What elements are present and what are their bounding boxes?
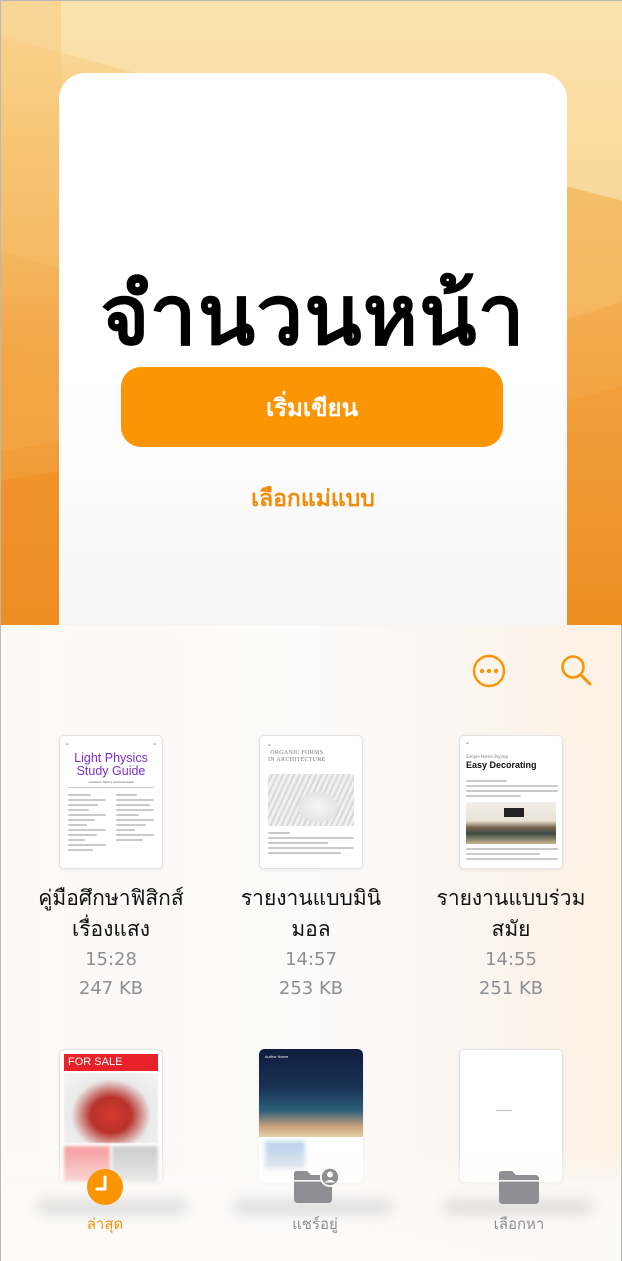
start-writing-button[interactable]: เริ่มเขียน — [121, 367, 503, 447]
thumb-title-line2: Study Guide — [76, 764, 146, 778]
tab-shared[interactable]: แชร์อยู่ — [255, 1166, 375, 1236]
document-name-line2: มอล — [291, 917, 331, 941]
thumb-text-lines — [116, 794, 154, 844]
tab-icon-wrap — [45, 1166, 165, 1206]
ellipsis-circle-icon — [472, 654, 506, 688]
tab-recents[interactable]: ล่าสุด — [45, 1166, 165, 1236]
tab-icon-wrap — [255, 1166, 375, 1206]
app-title: จำนวนหน้า — [100, 266, 526, 364]
document-name-line2: สมัย — [491, 917, 531, 941]
document-item[interactable]: ▬ ORGANIC FORMS IN ARCHITECTURE รายงานแบบ… — [211, 735, 411, 1003]
document-name-line1: คู่มือศึกษาฟิสิกส์ — [38, 886, 184, 910]
thumb-title-line1: ORGANIC FORMS — [270, 750, 324, 756]
document-time: 15:28 — [85, 949, 137, 970]
thumb-title: Easy Decorating — [466, 760, 537, 770]
thumb-architecture-image — [268, 774, 354, 826]
thumb-header-left: ▬ — [66, 742, 69, 746]
document-name-line2: เรื่องแสง — [72, 917, 150, 941]
thumb-caption: ▬ — [466, 741, 469, 745]
thumb-title-line2: IN ARCHITECTURE — [268, 757, 326, 763]
document-size: 251 KB — [478, 978, 544, 999]
thumb-subtitle: Common Terms and Concepts — [88, 780, 134, 784]
thumb-caption: ▬ — [268, 743, 271, 747]
thumb-text-lines — [268, 832, 354, 857]
clock-icon — [87, 1169, 123, 1205]
thumb-text-lines — [68, 794, 106, 854]
document-thumbnail[interactable]: ▬ ORGANIC FORMS IN ARCHITECTURE — [259, 735, 363, 869]
magnifying-glass-icon — [561, 655, 592, 686]
document-size: 253 KB — [278, 978, 344, 999]
thumb-text-line — [496, 1110, 512, 1111]
thumb-title: ORGANIC FORMS IN ARCHITECTURE — [268, 750, 326, 764]
folder-icon — [499, 1171, 539, 1204]
document-time: 14:57 — [285, 949, 337, 970]
search-button[interactable] — [559, 653, 595, 689]
thumb-author: Author Name — [265, 1055, 289, 1059]
thumb-subtitle: Simple Home Styling — [466, 754, 508, 759]
more-button[interactable] — [471, 653, 507, 689]
document-name-line1: รายงานแบบร่วม — [436, 886, 586, 910]
document-size: 247 KB — [78, 978, 144, 999]
tab-browse[interactable]: เลือกหา — [459, 1166, 579, 1236]
thumb-scooter-image — [64, 1073, 158, 1143]
choose-template-link[interactable]: เลือกแม่แบบ — [59, 481, 567, 517]
document-time: 14:55 — [485, 949, 537, 970]
document-name-line1: รายงานแบบมินิ — [240, 886, 382, 910]
tab-bar: ล่าสุด แชร์อยู่ เลือกหา — [1, 1166, 621, 1261]
thumb-text-lines — [466, 848, 558, 863]
document-thumbnail[interactable]: ▬ Simple Home Styling Easy Decorating — [459, 735, 563, 869]
document-name: รายงานแบบร่วม สมัย — [411, 883, 611, 945]
tab-label: ล่าสุด — [86, 1215, 124, 1233]
tab-label: เลือกหา — [493, 1215, 545, 1233]
document-item[interactable]: ▬ ▬ Light Physics Study Guide Common Terms… — [11, 735, 211, 1003]
thumb-night-city-image — [259, 1049, 363, 1137]
document-name: คู่มือศึกษาฟิสิกส์ เรื่องแสง — [11, 883, 211, 945]
document-thumbnail[interactable]: ▬ ▬ Light Physics Study Guide Common Terms… — [59, 735, 163, 869]
thumb-header-right: ▬ — [153, 742, 156, 746]
document-name: รายงานแบบมินิ มอล — [211, 883, 411, 945]
thumb-text-lines — [466, 780, 558, 800]
welcome-card: จำนวนหน้า เริ่มเขียน เลือกแม่แบบ — [59, 73, 567, 633]
thumb-title: Light Physics Study Guide — [60, 752, 162, 778]
tab-icon-wrap — [459, 1166, 579, 1206]
thumb-rule — [68, 787, 154, 788]
thumb-living-room-image — [466, 802, 556, 844]
shared-folder-icon — [294, 1167, 340, 1203]
thumb-title: FOR SALE — [64, 1054, 158, 1071]
document-item[interactable]: ▬ Simple Home Styling Easy Decorating รา… — [411, 735, 611, 1003]
tab-label: แชร์อยู่ — [292, 1215, 338, 1233]
thumb-header: ▬ ▬ — [66, 742, 156, 746]
